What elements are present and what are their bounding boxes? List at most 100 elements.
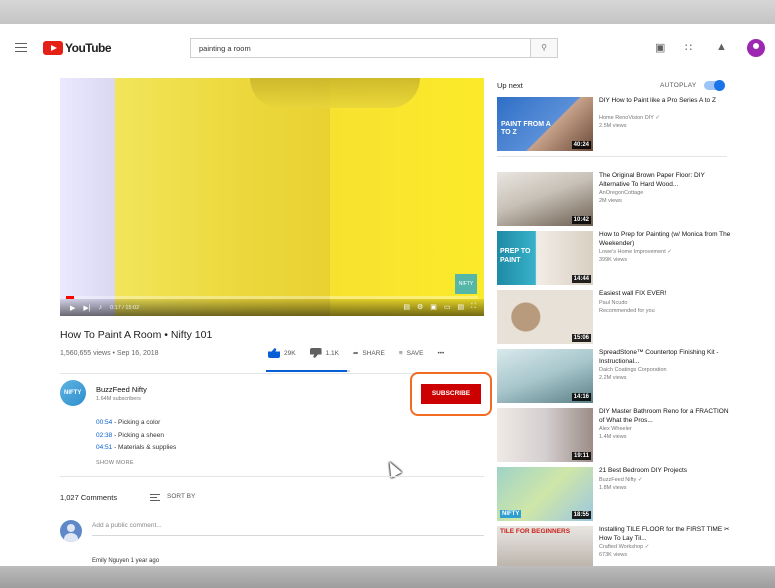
captions-icon[interactable]: ▤ (403, 303, 410, 311)
youtube-logo[interactable]: YouTube (43, 40, 112, 56)
share-button[interactable]: ➦ SHARE (352, 349, 385, 358)
channel-name[interactable]: BuzzFeed Nifty (96, 385, 147, 394)
search-input[interactable]: painting a room (190, 38, 530, 58)
player-controls: ▶ ▶| ♪ 0:17 / 15:02 ▤ ⚙ ▣ ▭ ▤ ⛶ (60, 299, 484, 316)
video-thumbnail[interactable]: 15:06 (497, 290, 593, 344)
chapter-label: - Materials & supplies (112, 444, 177, 451)
account-avatar-icon[interactable] (747, 39, 765, 57)
comment-input[interactable]: Add a public comment... (92, 522, 484, 536)
frame-bottom-bar (0, 566, 775, 588)
playlist-add-icon: ≡ (398, 349, 403, 357)
show-more-button[interactable]: SHOW MORE (96, 460, 134, 466)
video-duration: 14:44 (571, 275, 591, 283)
user-avatar (60, 520, 82, 542)
recommended-video[interactable]: TILE FOR BEGINNERS Installing TILE FLOOR… (497, 526, 737, 566)
video-duration: 15:06 (571, 334, 591, 342)
video-views: 399K views (599, 257, 628, 263)
video-title[interactable]: 21 Best Bedroom DIY Projects (599, 467, 733, 476)
autoplay-toggle[interactable] (704, 80, 725, 91)
play-icon[interactable]: ▶ (70, 304, 75, 312)
thumbnail-text: PREP TO PAINT (500, 248, 531, 264)
video-thumbnail[interactable]: 19:11 (497, 408, 593, 462)
more-actions-button[interactable]: ••• (437, 350, 444, 357)
channel-watermark[interactable]: NIFTY (455, 274, 477, 294)
recommended-video[interactable]: 10:42 The Original Brown Paper Floor: DI… (497, 172, 737, 230)
chapter-timestamp[interactable]: 04:51 (96, 444, 112, 451)
video-actions: 29K 1.1K ➦ SHARE ≡ SAVE ••• (268, 348, 458, 358)
autoplay-label: AUTOPLAY (660, 82, 697, 89)
like-button[interactable]: 29K (268, 348, 296, 358)
video-title[interactable]: How to Prep for Painting (w/ Monica from… (599, 231, 733, 248)
like-ratio-fill (266, 370, 347, 372)
thumbs-up-icon (268, 348, 280, 358)
apps-grid-icon[interactable]: ∷ (685, 41, 692, 54)
recommended-video[interactable]: PREP TO PAINT 14:44 How to Prep for Pain… (497, 231, 737, 289)
menu-icon[interactable] (15, 43, 27, 52)
search-icon: ⚲ (541, 43, 547, 52)
save-button[interactable]: ≡ SAVE (399, 350, 424, 357)
video-channel: Lowe's Home Improvement ✓ (599, 249, 672, 255)
thumbnail-text: TILE FOR BEGINNERS (500, 528, 571, 535)
like-count: 29K (284, 349, 296, 357)
share-arrow-icon: ➦ (352, 350, 359, 357)
chapter-label: - Picking a color (112, 419, 161, 426)
chapter-label: - Picking a sheen (112, 432, 164, 439)
volume-icon[interactable]: ♪ (99, 304, 103, 311)
channel-avatar-text: NIFTY (64, 390, 82, 396)
comment-author[interactable]: Emily Nguyen 1 year ago (92, 558, 159, 564)
video-thumbnail[interactable]: 14:16 (497, 349, 593, 403)
search-button[interactable]: ⚲ (530, 38, 558, 58)
sort-by-button[interactable]: SORT BY (167, 493, 195, 500)
paint-roller (250, 78, 420, 108)
chapter-item: 00:54 - Picking a color (96, 419, 160, 426)
divider (60, 476, 484, 477)
dislike-button[interactable]: 1.1K (309, 348, 339, 358)
video-title[interactable]: The Original Brown Paper Floor: DIY Alte… (599, 172, 733, 189)
like-ratio-bar (266, 370, 350, 372)
dislike-count: 1.1K (325, 349, 339, 357)
youtube-page: YouTube painting a room ⚲ ▣ ∷ ▲ NIFTY ▶ … (0, 24, 775, 566)
subscribe-button[interactable]: SUBSCRIBE (421, 384, 481, 404)
recommended-video[interactable]: PAINT FROM A TO Z 40:24 DIY How to Paint… (497, 97, 737, 155)
channel-avatar[interactable]: NIFTY (60, 380, 86, 406)
chapter-timestamp[interactable]: 00:54 (96, 419, 112, 426)
video-title: How To Paint A Room • Nifty 101 (60, 329, 213, 341)
thumbnail-text: NIFTY (500, 510, 522, 518)
comments-count: 1,027 Comments (60, 493, 118, 502)
recommended-video[interactable]: NIFTY 18:55 21 Best Bedroom DIY Projects… (497, 467, 737, 525)
fullscreen-icon[interactable]: ⛶ (471, 303, 476, 311)
recommended-video[interactable]: 19:11 DIY Master Bathroom Reno for a FRA… (497, 408, 737, 466)
miniplayer-icon[interactable]: ▣ (430, 303, 437, 311)
video-thumbnail[interactable]: TILE FOR BEGINNERS (497, 526, 593, 566)
video-title[interactable]: DIY Master Bathroom Reno for a FRACTION … (599, 408, 733, 425)
video-duration: 10:42 (571, 216, 591, 224)
channel-subscribers: 1.64M subscribers (96, 396, 141, 402)
video-title[interactable]: DIY How to Paint like a Pro Series A to … (599, 97, 733, 106)
recommended-video[interactable]: 14:16 SpreadStone™ Countertop Finishing … (497, 349, 737, 407)
video-duration: 18:55 (571, 511, 591, 519)
settings-gear-icon[interactable]: ⚙ (417, 303, 423, 311)
cast-icon[interactable]: ▤ (457, 303, 464, 311)
video-duration: 14:16 (571, 393, 591, 401)
video-camera-icon[interactable]: ▣ (655, 41, 665, 54)
masthead: YouTube painting a room ⚲ ▣ ∷ ▲ (0, 24, 775, 70)
theater-mode-icon[interactable]: ▭ (444, 303, 451, 311)
thumbs-down-icon (309, 348, 322, 358)
video-thumbnail[interactable]: NIFTY 18:55 (497, 467, 593, 521)
video-title[interactable]: SpreadStone™ Countertop Finishing Kit - … (599, 349, 733, 366)
video-title[interactable]: Installing TILE FLOOR for the FIRST TIME… (599, 526, 733, 543)
video-thumbnail[interactable]: PAINT FROM A TO Z 40:24 (497, 97, 593, 151)
thumbnail-text: PAINT FROM A TO Z (501, 121, 551, 136)
bell-icon[interactable]: ▲ (716, 41, 727, 53)
next-icon[interactable]: ▶| (83, 304, 90, 312)
video-channel: Daich Coatings Corporation (599, 367, 667, 373)
video-channel: BuzzFeed Nifty ✓ (599, 477, 643, 483)
sort-icon[interactable] (150, 494, 160, 501)
video-thumbnail[interactable]: PREP TO PAINT 14:44 (497, 231, 593, 285)
chapter-timestamp[interactable]: 02:38 (96, 432, 112, 439)
video-frame-wall (115, 78, 330, 316)
recommended-video[interactable]: 15:06 Easiest wall FIX EVER! Paul Ncudo … (497, 290, 737, 348)
video-title[interactable]: Easiest wall FIX EVER! (599, 290, 733, 299)
video-player[interactable]: NIFTY ▶ ▶| ♪ 0:17 / 15:02 ▤ ⚙ ▣ ▭ ▤ ⛶ (60, 78, 484, 316)
video-thumbnail[interactable]: 10:42 (497, 172, 593, 226)
